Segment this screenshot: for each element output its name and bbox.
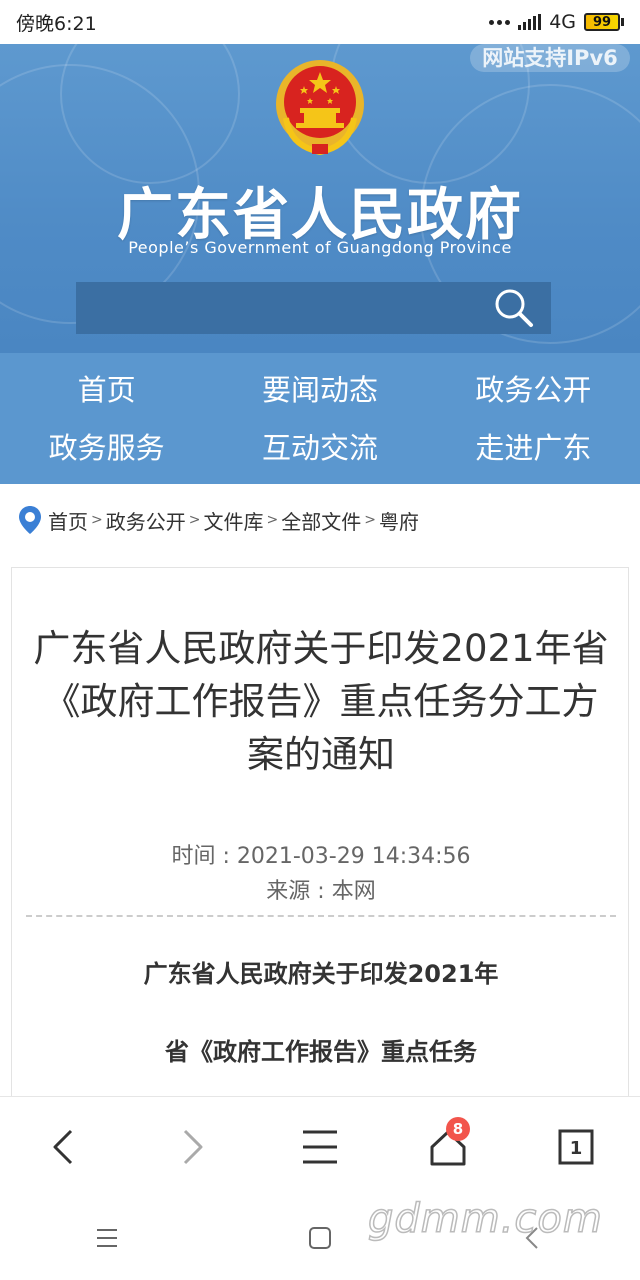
chevron-right-icon [183, 1129, 203, 1164]
search-bar[interactable] [76, 282, 551, 334]
nav-item-news[interactable]: 要闻动态 [213, 361, 426, 419]
location-pin-icon [19, 506, 41, 534]
tabs-button[interactable]: 1 [512, 1097, 640, 1196]
ipv6-badge: 网站支持IPv6 [470, 44, 630, 72]
battery-level: 99 [584, 13, 620, 31]
browser-toolbar: 8 1 [0, 1096, 640, 1196]
status-icons: 4G 99 [489, 11, 624, 33]
breadcrumb-item-yuefu[interactable]: 粤府 [379, 506, 419, 535]
search-input[interactable] [76, 282, 496, 334]
nav-item-interaction[interactable]: 互动交流 [213, 419, 426, 477]
nav-item-about-guangdong[interactable]: 走进广东 [427, 419, 640, 477]
article-card: 广东省人民政府关于印发2021年省《政府工作报告》重点任务分工方案的通知 时间 … [11, 567, 629, 1107]
divider [26, 915, 616, 917]
breadcrumb-item-all-files[interactable]: 全部文件 [281, 506, 361, 535]
article-time: 时间 : 2021-03-29 14:34:56 [171, 844, 471, 869]
breadcrumb-item-home[interactable]: 首页 [48, 506, 88, 535]
battery-icon: 99 [584, 13, 624, 31]
status-time: 傍晚6:21 [16, 12, 97, 35]
document-heading-line-2: 省《政府工作报告》重点任务 [165, 1038, 477, 1066]
national-emblem-icon [276, 60, 364, 156]
nav-item-services[interactable]: 政务服务 [0, 419, 213, 477]
site-subtitle: People’s Government of Guangdong Provinc… [128, 238, 512, 257]
breadcrumb-separator-icon: > [266, 512, 279, 528]
main-nav: 首页 要闻动态 政务公开 政务服务 互动交流 走进广东 [0, 353, 640, 484]
breadcrumb-separator-icon: > [188, 512, 201, 528]
signal-icon [518, 14, 542, 30]
breadcrumb-separator-icon: > [91, 512, 103, 528]
breadcrumb-item-government-affairs[interactable]: 政务公开 [106, 506, 186, 535]
recent-apps-icon [96, 1229, 117, 1247]
tabs-icon: 1 [558, 1129, 594, 1164]
status-bar: 傍晚6:21 4G 99 [0, 0, 640, 44]
breadcrumb-separator-icon: > [364, 512, 376, 528]
menu-button[interactable] [256, 1097, 384, 1196]
chevron-left-icon [53, 1129, 73, 1164]
tabs-count: 1 [570, 1138, 583, 1159]
nav-item-government-affairs[interactable]: 政务公开 [427, 361, 640, 419]
notification-badge: 8 [446, 1117, 470, 1141]
home-button[interactable]: 8 [384, 1097, 512, 1196]
network-type: 4G [549, 11, 576, 33]
article-source: 来源 : 本网 [266, 879, 376, 904]
nav-item-home[interactable]: 首页 [0, 361, 213, 419]
breadcrumb-item-library[interactable]: 文件库 [203, 506, 263, 535]
breadcrumb: 首页 > 政务公开 > 文件库 > 全部文件 > 粤府 [18, 505, 419, 535]
site-header: 网站支持IPv6 广东省人民政府 People’s Government of … [0, 44, 640, 353]
forward-button[interactable] [128, 1097, 256, 1196]
search-icon[interactable] [493, 287, 535, 329]
watermark: gdmm.com [367, 1195, 603, 1243]
recent-apps-button[interactable] [0, 1196, 213, 1280]
document-heading-line-1: 广东省人民政府关于印发2021年 [143, 960, 499, 988]
menu-icon [303, 1130, 337, 1163]
more-dots-icon [489, 19, 511, 25]
square-home-icon [308, 1227, 331, 1249]
article-title: 广东省人民政府关于印发2021年省《政府工作报告》重点任务分工方案的通知 [33, 627, 609, 776]
back-button[interactable] [0, 1097, 128, 1196]
